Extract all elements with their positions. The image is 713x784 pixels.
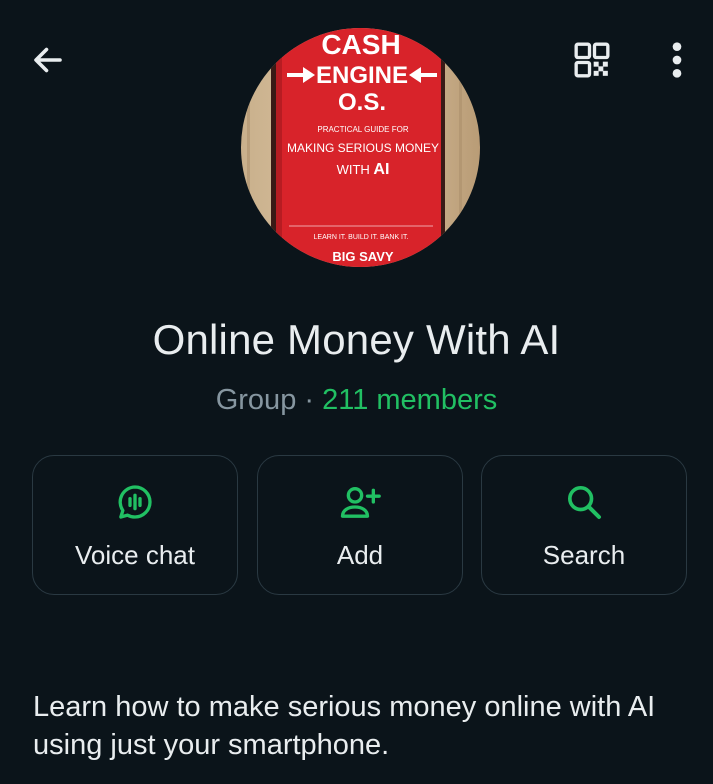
search-icon [568, 486, 601, 519]
group-meta: Group · 211 members [0, 384, 713, 417]
add-member-button[interactable]: Add [257, 455, 463, 595]
group-description: Learn how to make serious money online w… [33, 691, 656, 761]
search-label: Search [542, 540, 626, 570]
cover-subtitle-line1: PRACTICAL GUIDE FOR [317, 125, 408, 134]
group-type-label: Group [215, 384, 297, 416]
add-label: Add [336, 540, 384, 570]
voice-chat-label: Voice chat [75, 540, 195, 570]
cover-title-line3: O.S. [338, 89, 386, 116]
qr-code-icon [574, 42, 610, 78]
voice-chat-button[interactable]: Voice chat [32, 455, 238, 595]
action-buttons-row: Voice chat Add Search [32, 455, 688, 597]
cover-author: BIG SAVY [332, 249, 393, 264]
cover-tagline: LEARN IT. BUILD IT. BANK IT. [314, 234, 409, 241]
back-button[interactable] [22, 34, 74, 86]
book-cover-image: CASH ENGINE O.S. PRACTICAL GUIDE FOR MAK… [241, 28, 480, 267]
arrow-left-icon [34, 47, 62, 73]
search-button[interactable]: Search [481, 455, 687, 595]
more-options-button[interactable] [652, 34, 702, 86]
voice-chat-icon [118, 485, 152, 519]
cover-subtitle-line3: WITH AI [337, 161, 390, 178]
members-count-link[interactable]: 211 members [322, 384, 497, 416]
cover-title-line2: ENGINE [316, 62, 408, 89]
qr-code-button[interactable] [562, 34, 622, 86]
cover-title-line1: CASH [321, 29, 400, 60]
add-person-icon [340, 487, 381, 518]
group-name: Online Money With AI [152, 316, 561, 363]
group-avatar[interactable]: CASH ENGINE O.S. PRACTICAL GUIDE FOR MAK… [241, 28, 480, 267]
meta-separator: · [296, 384, 323, 416]
cover-subtitle-line2: MAKING SERIOUS MONEY [287, 141, 439, 155]
more-vertical-icon [672, 42, 682, 78]
